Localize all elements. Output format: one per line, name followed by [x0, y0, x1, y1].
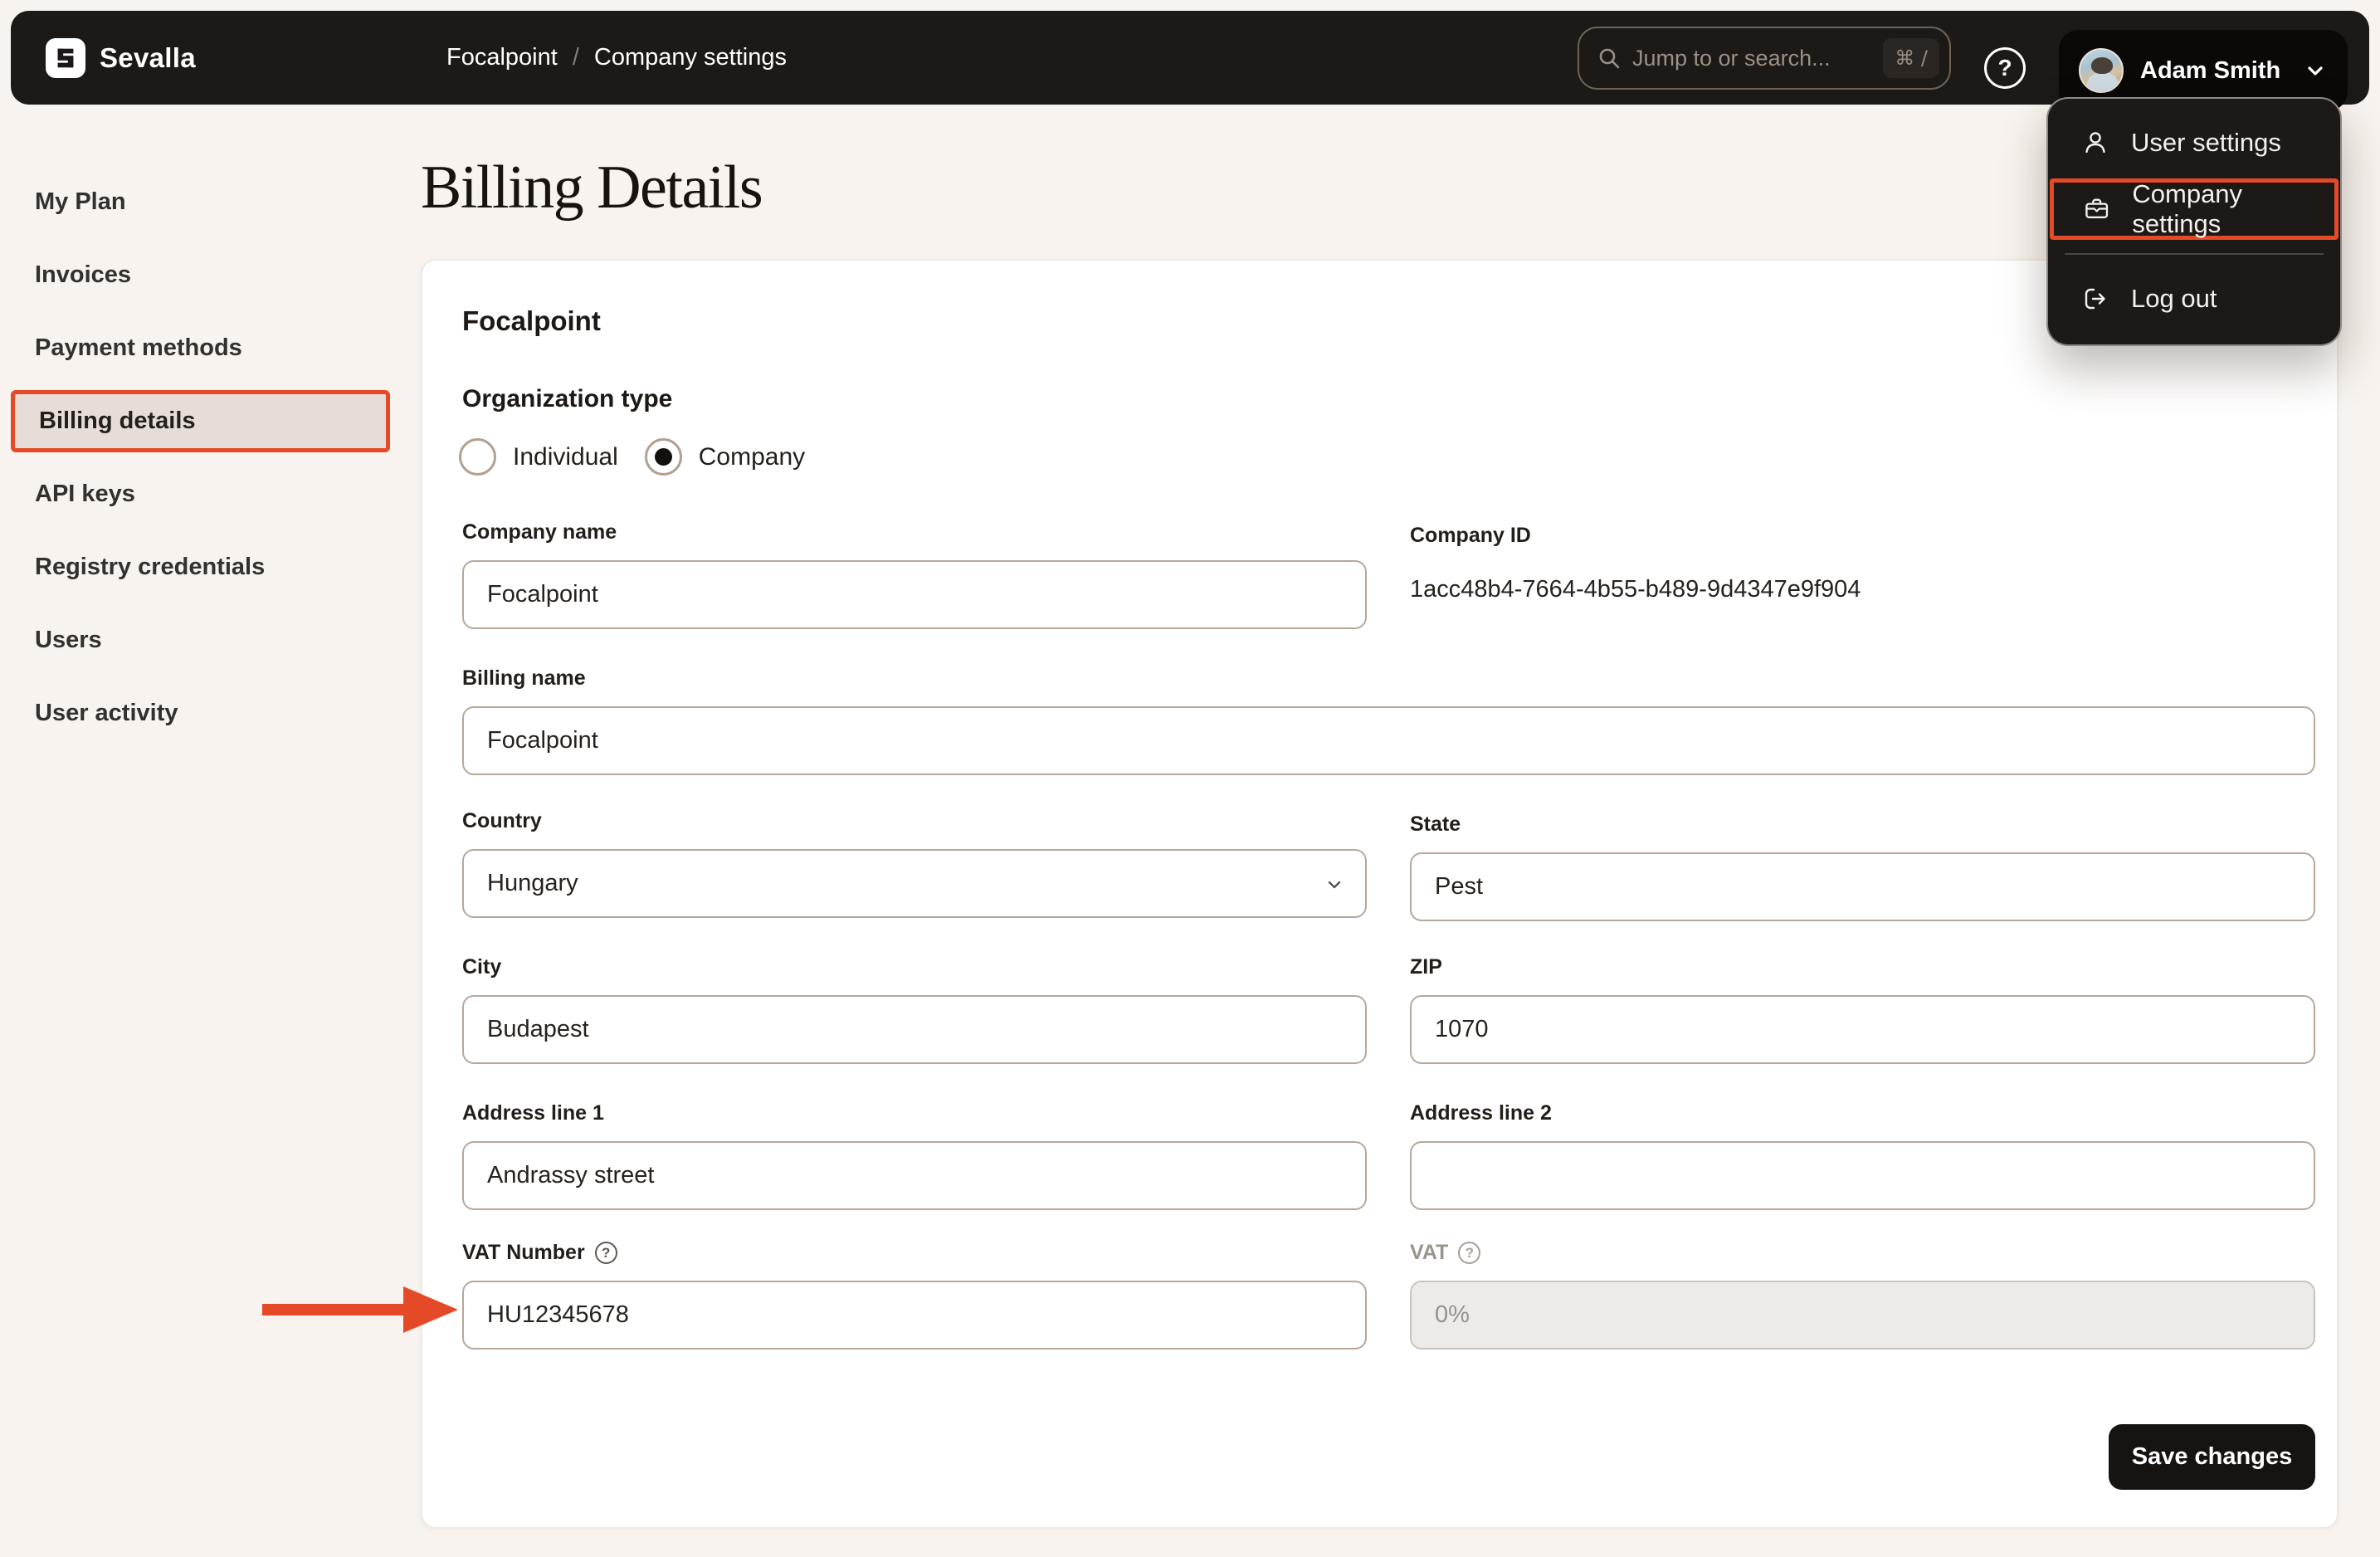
help-circle-icon[interactable]: ?: [1458, 1241, 1481, 1264]
save-changes-button[interactable]: Save changes: [2109, 1424, 2315, 1490]
menu-item-label: Company settings: [2132, 179, 2243, 238]
user-icon: [2085, 132, 2105, 154]
vat-number-field-group: VAT Number ?: [462, 1240, 1367, 1350]
company-name-label: Company name: [462, 520, 617, 544]
address-line-2-field-group: Address line 2: [1410, 1101, 2315, 1210]
user-name: Adam Smith: [2140, 56, 2281, 84]
vat-label: VAT ?: [1410, 1240, 2315, 1265]
sidebar-item-payment-methods[interactable]: Payment methods: [0, 317, 415, 379]
billing-details-card: Focalpoint Organization type Individual …: [421, 259, 2339, 1529]
menu-item-user-settings[interactable]: User settings: [2048, 112, 2340, 173]
vat-input: [1410, 1281, 2315, 1350]
help-circle-icon[interactable]: ?: [594, 1241, 617, 1264]
logout-icon: [2085, 288, 2105, 310]
annotation-arrow: [262, 1286, 458, 1333]
sidebar-item-registry-credentials[interactable]: Registry credentials: [0, 536, 415, 598]
sidebar-item-invoices[interactable]: Invoices: [0, 244, 415, 306]
sidebar: My Plan Invoices Payment methods Billing…: [0, 171, 415, 755]
card-heading: Focalpoint: [462, 305, 601, 336]
briefcase-icon: [2085, 198, 2109, 218]
search-icon: [1599, 48, 1620, 69]
sidebar-item-api-keys[interactable]: API keys: [0, 463, 415, 525]
country-select-value[interactable]: [462, 849, 1367, 918]
brand[interactable]: Sevalla: [46, 11, 196, 105]
company-id-group: Company ID 1acc48b4-7664-4b55-b489-9d434…: [1410, 523, 2314, 603]
organization-type-radio-group: Individual Company: [459, 438, 805, 476]
breadcrumb-separator: /: [572, 44, 579, 71]
company-id-value: 1acc48b4-7664-4b55-b489-9d4347e9f904: [1410, 576, 1861, 603]
state-label: State: [1410, 812, 1461, 836]
radio-individual[interactable]: Individual: [459, 438, 618, 476]
city-field-group: City: [462, 954, 1367, 1064]
sidebar-item-user-activity[interactable]: User activity: [0, 682, 415, 744]
user-dropdown-menu: User settings Company settings Log out: [2046, 97, 2342, 346]
vat-number-label-text: VAT Number: [462, 1240, 585, 1264]
brand-name: Sevalla: [100, 41, 196, 73]
radio-company-label: Company: [698, 442, 806, 471]
sidebar-item-my-plan[interactable]: My Plan: [0, 171, 415, 233]
company-name-input[interactable]: [462, 560, 1367, 629]
company-name-field-group: Company name: [462, 520, 1367, 629]
breadcrumb-org[interactable]: Focalpoint: [446, 44, 558, 71]
address-line-2-input[interactable]: [1410, 1141, 2315, 1210]
search-shortcut-badge: ⌘ /: [1883, 38, 1939, 78]
country-select[interactable]: [462, 849, 1367, 918]
country-label: Country: [462, 808, 542, 832]
breadcrumb: Focalpoint / Company settings: [446, 11, 787, 105]
state-field-group: State: [1410, 812, 2315, 921]
chevron-down-icon: [1328, 881, 1341, 888]
billing-name-label: Billing name: [462, 666, 586, 690]
breadcrumb-page[interactable]: Company settings: [594, 44, 787, 71]
sevalla-mark-icon: [57, 48, 74, 67]
radio-individual-control[interactable]: [459, 438, 496, 476]
menu-item-company-settings[interactable]: Company settings: [2050, 178, 2339, 240]
menu-divider: [2065, 253, 2324, 255]
zip-input[interactable]: [1410, 995, 2315, 1064]
menu-item-label: User settings: [2131, 128, 2281, 157]
menu-item-label: Log out: [2131, 284, 2217, 313]
zip-label: ZIP: [1410, 954, 1442, 979]
country-field-group: Country: [462, 808, 1367, 918]
search-input[interactable]: [1632, 45, 1872, 71]
radio-company[interactable]: Company: [644, 438, 806, 476]
vat-label-text: VAT: [1410, 1240, 1449, 1264]
sidebar-item-users[interactable]: Users: [0, 609, 415, 671]
address-line-2-label: Address line 2: [1410, 1101, 1552, 1125]
address-line-1-field-group: Address line 1: [462, 1101, 1367, 1210]
city-input[interactable]: [462, 995, 1367, 1064]
organization-type-label: Organization type: [462, 385, 673, 412]
vat-number-input[interactable]: [462, 1281, 1367, 1350]
radio-company-control[interactable]: [644, 438, 682, 476]
company-id-label: Company ID: [1410, 523, 1531, 547]
radio-individual-label: Individual: [513, 442, 618, 471]
topbar: Sevalla Focalpoint / Company settings ⌘ …: [11, 11, 2369, 111]
page: Sevalla Focalpoint / Company settings ⌘ …: [0, 0, 2380, 1557]
vat-number-label: VAT Number ?: [462, 1240, 1367, 1265]
sevalla-logo-icon: [46, 37, 85, 78]
address-line-1-input[interactable]: [462, 1141, 1367, 1210]
state-input[interactable]: [1410, 852, 2315, 921]
avatar: [2079, 48, 2124, 93]
search-box[interactable]: ⌘ /: [1578, 27, 1951, 90]
zip-field-group: ZIP: [1410, 954, 2315, 1064]
menu-item-log-out[interactable]: Log out: [2048, 268, 2340, 329]
billing-name-field-group: Billing name: [462, 666, 2315, 775]
city-label: City: [462, 954, 502, 979]
address-line-1-label: Address line 1: [462, 1101, 604, 1125]
chevron-down-icon: [2308, 66, 2323, 76]
billing-name-input[interactable]: [462, 706, 2315, 775]
page-title: Billing Details: [421, 154, 763, 222]
help-icon[interactable]: ?: [1984, 47, 2026, 89]
vat-field-group: VAT ?: [1410, 1240, 2315, 1350]
sidebar-item-billing-details[interactable]: Billing details: [11, 390, 390, 452]
